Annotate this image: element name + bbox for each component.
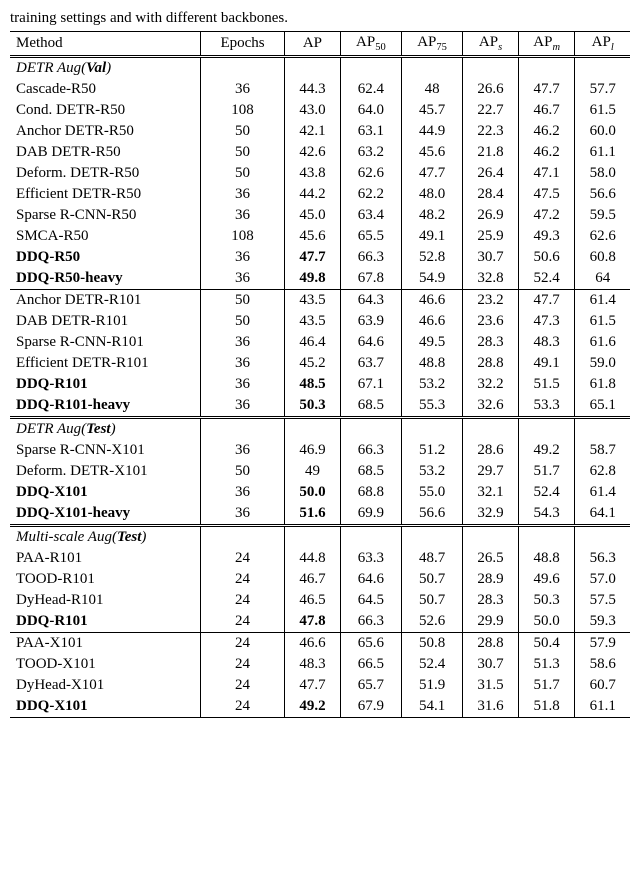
section-header: DETR Aug(Val) [10, 57, 630, 80]
method-cell: DyHead-X101 [10, 675, 201, 696]
caption-text: training settings and with different bac… [10, 10, 630, 31]
method-cell: Efficient DETR-R101 [10, 353, 201, 374]
method-cell: Cond. DETR-R50 [10, 100, 201, 121]
method-cell: DDQ-R101 [10, 374, 201, 395]
method-cell: DDQ-X101 [10, 482, 201, 503]
table-row: Cond. DETR-R5010843.064.045.722.746.761.… [10, 100, 630, 121]
method-cell: DDQ-R101 [10, 611, 201, 633]
table-header: MethodEpochsAPAP50AP75APsAPmAPl [10, 32, 630, 57]
section-header: Multi-scale Aug(Test) [10, 526, 630, 549]
table-row: TOOD-R1012446.764.650.728.949.657.0 [10, 569, 630, 590]
method-cell: DDQ-R50 [10, 247, 201, 268]
method-cell: DDQ-X101 [10, 696, 201, 718]
method-cell: Sparse R-CNN-X101 [10, 440, 201, 461]
table-row: DAB DETR-R1015043.563.946.623.647.361.5 [10, 311, 630, 332]
method-cell: Efficient DETR-R50 [10, 184, 201, 205]
method-cell: DDQ-R50-heavy [10, 268, 201, 290]
table-row: DDQ-R503647.766.352.830.750.660.8 [10, 247, 630, 268]
method-cell: Sparse R-CNN-R101 [10, 332, 201, 353]
table-row: Sparse R-CNN-R1013646.464.649.528.348.36… [10, 332, 630, 353]
table-row: PAA-R1012444.863.348.726.548.856.3 [10, 548, 630, 569]
method-cell: DDQ-R101-heavy [10, 395, 201, 418]
table-row: Sparse R-CNN-R503645.063.448.226.947.259… [10, 205, 630, 226]
table-row: SMCA-R5010845.665.549.125.949.362.6 [10, 226, 630, 247]
table-row: DyHead-R1012446.564.550.728.350.357.5 [10, 590, 630, 611]
method-cell: TOOD-X101 [10, 654, 201, 675]
method-cell: Deform. DETR-X101 [10, 461, 201, 482]
table-row: Efficient DETR-R1013645.263.748.828.849.… [10, 353, 630, 374]
table-row: Sparse R-CNN-X1013646.966.351.228.649.25… [10, 440, 630, 461]
method-cell: Anchor DETR-R101 [10, 290, 201, 312]
method-cell: DAB DETR-R50 [10, 142, 201, 163]
method-cell: Deform. DETR-R50 [10, 163, 201, 184]
table-row: DDQ-R101-heavy3650.368.555.332.653.365.1 [10, 395, 630, 418]
table-row: DDQ-X1013650.068.855.032.152.461.4 [10, 482, 630, 503]
method-cell: Cascade-R50 [10, 79, 201, 100]
table-row: Deform. DETR-R505043.862.647.726.447.158… [10, 163, 630, 184]
method-cell: DAB DETR-R101 [10, 311, 201, 332]
table-row: DDQ-X101-heavy3651.669.956.632.954.364.1 [10, 503, 630, 526]
section-header: DETR Aug(Test) [10, 418, 630, 441]
method-cell: DDQ-X101-heavy [10, 503, 201, 526]
table-row: TOOD-X1012448.366.552.430.751.358.6 [10, 654, 630, 675]
table-row: Anchor DETR-R505042.163.144.922.346.260.… [10, 121, 630, 142]
method-cell: Anchor DETR-R50 [10, 121, 201, 142]
table-row: PAA-X1012446.665.650.828.850.457.9 [10, 633, 630, 655]
method-cell: TOOD-R101 [10, 569, 201, 590]
table-row: Anchor DETR-R1015043.564.346.623.247.761… [10, 290, 630, 312]
method-cell: PAA-R101 [10, 548, 201, 569]
method-cell: SMCA-R50 [10, 226, 201, 247]
table-row: DDQ-R50-heavy3649.867.854.932.852.464 [10, 268, 630, 290]
method-cell: Sparse R-CNN-R50 [10, 205, 201, 226]
results-table: MethodEpochsAPAP50AP75APsAPmAPlDETR Aug(… [10, 31, 630, 718]
table-row: DDQ-X1012449.267.954.131.651.861.1 [10, 696, 630, 718]
table-row: DAB DETR-R505042.663.245.621.846.261.1 [10, 142, 630, 163]
table-row: Deform. DETR-X101504968.553.229.751.762.… [10, 461, 630, 482]
method-cell: DyHead-R101 [10, 590, 201, 611]
table-row: DDQ-R1012447.866.352.629.950.059.3 [10, 611, 630, 633]
table-row: Cascade-R503644.362.44826.647.757.7 [10, 79, 630, 100]
table-row: DyHead-X1012447.765.751.931.551.760.7 [10, 675, 630, 696]
method-cell: PAA-X101 [10, 633, 201, 655]
table-row: DDQ-R1013648.567.153.232.251.561.8 [10, 374, 630, 395]
table-row: Efficient DETR-R503644.262.248.028.447.5… [10, 184, 630, 205]
